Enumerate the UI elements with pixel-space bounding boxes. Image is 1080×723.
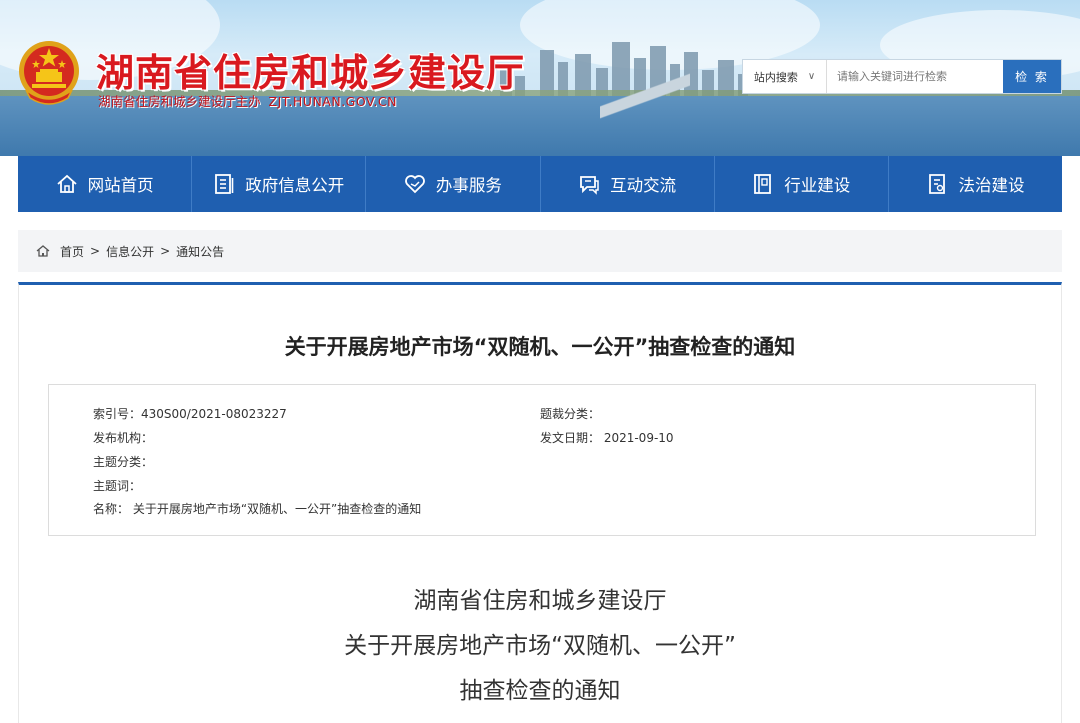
article-content: 关于开展房地产市场“双随机、一公开”抽查检查的通知 索引号：430S00/202… — [18, 282, 1062, 723]
nav-item-services[interactable]: 办事服务 — [366, 156, 541, 212]
search-scope-select[interactable]: 站内搜索 ∨ — [743, 60, 827, 93]
book-icon — [752, 173, 774, 195]
header-banner: 湖南省住房和城乡建设厅 湖南省住房和城乡建设厅主办 ZJT.HUNAN.GOV.C… — [0, 0, 1080, 156]
nav-item-gov-info[interactable]: 政府信息公开 — [192, 156, 367, 212]
nav-item-home[interactable]: 网站首页 — [18, 156, 193, 212]
search-button[interactable]: 检 索 — [1003, 60, 1061, 93]
law-document-icon — [926, 173, 948, 195]
meta-category: 题裁分类： — [540, 407, 601, 421]
search-bar: 站内搜索 ∨ 检 索 — [742, 59, 1062, 94]
meta-topic: 主题分类： — [93, 455, 154, 469]
heart-icon — [404, 173, 426, 195]
meta-issuer: 发布机构： — [93, 431, 154, 445]
site-domain: ZJT.HUNAN.GOV.CN — [268, 94, 397, 109]
nav-item-interaction[interactable]: 互动交流 — [541, 156, 715, 212]
search-input[interactable] — [827, 60, 1003, 93]
article-title: 关于开展房地产市场“双随机、一公开”抽查检查的通知 — [284, 335, 796, 359]
chat-icon — [578, 173, 600, 195]
nav-item-rule-of-law[interactable]: 法治建设 — [889, 156, 1062, 212]
meta-date: 发文日期： 2021-09-10 — [540, 431, 674, 445]
document-heading-line: 抽查检查的通知 — [459, 678, 621, 704]
nav-item-label: 网站首页 — [87, 176, 154, 195]
breadcrumb-notice-link[interactable]: 通知公告 — [176, 243, 224, 260]
nav-item-label: 互动交流 — [610, 176, 677, 195]
breadcrumb-separator: > — [160, 244, 171, 258]
breadcrumb-home-link[interactable]: 首页 — [60, 243, 84, 260]
meta-keywords: 主题词： — [93, 479, 142, 493]
document-list-icon — [213, 173, 235, 195]
national-emblem-icon — [19, 41, 79, 105]
search-scope-label: 站内搜索 — [753, 70, 798, 84]
breadcrumb-info-link[interactable]: 信息公开 — [106, 243, 154, 260]
nav-item-industry[interactable]: 行业建设 — [715, 156, 889, 212]
nav-item-label: 行业建设 — [784, 176, 851, 195]
bridge — [600, 46, 690, 146]
site-sponsor: 湖南省住房和城乡建设厅主办 — [98, 94, 261, 109]
site-title: 湖南省住房和城乡建设厅 — [96, 51, 526, 95]
chevron-down-icon: ∨ — [807, 71, 816, 82]
home-icon — [56, 173, 78, 195]
site-subtitle: 湖南省住房和城乡建设厅主办 ZJT.HUNAN.GOV.CN — [98, 91, 397, 110]
document-heading-line: 关于开展房地产市场“双随机、一公开” — [344, 633, 736, 659]
meta-index-no: 索引号：430S00/2021-08023227 — [93, 407, 287, 421]
nav-item-label: 政府信息公开 — [245, 176, 345, 195]
home-icon — [36, 245, 50, 257]
nav-item-label: 办事服务 — [435, 176, 502, 195]
breadcrumb-separator: > — [90, 244, 101, 258]
nav-item-label: 法治建设 — [958, 176, 1025, 195]
breadcrumb: 首页 > 信息公开 > 通知公告 — [18, 230, 1062, 272]
document-metadata: 索引号：430S00/2021-08023227 题裁分类： 发布机构： 发文日… — [48, 384, 1036, 536]
meta-name: 名称： 关于开展房地产市场“双随机、一公开”抽查检查的通知 — [93, 502, 422, 516]
main-nav: 网站首页 政府信息公开 办事服务 互动交流 行业建设 法治建设 — [18, 156, 1062, 212]
document-heading-line: 湖南省住房和城乡建设厅 — [413, 588, 667, 614]
